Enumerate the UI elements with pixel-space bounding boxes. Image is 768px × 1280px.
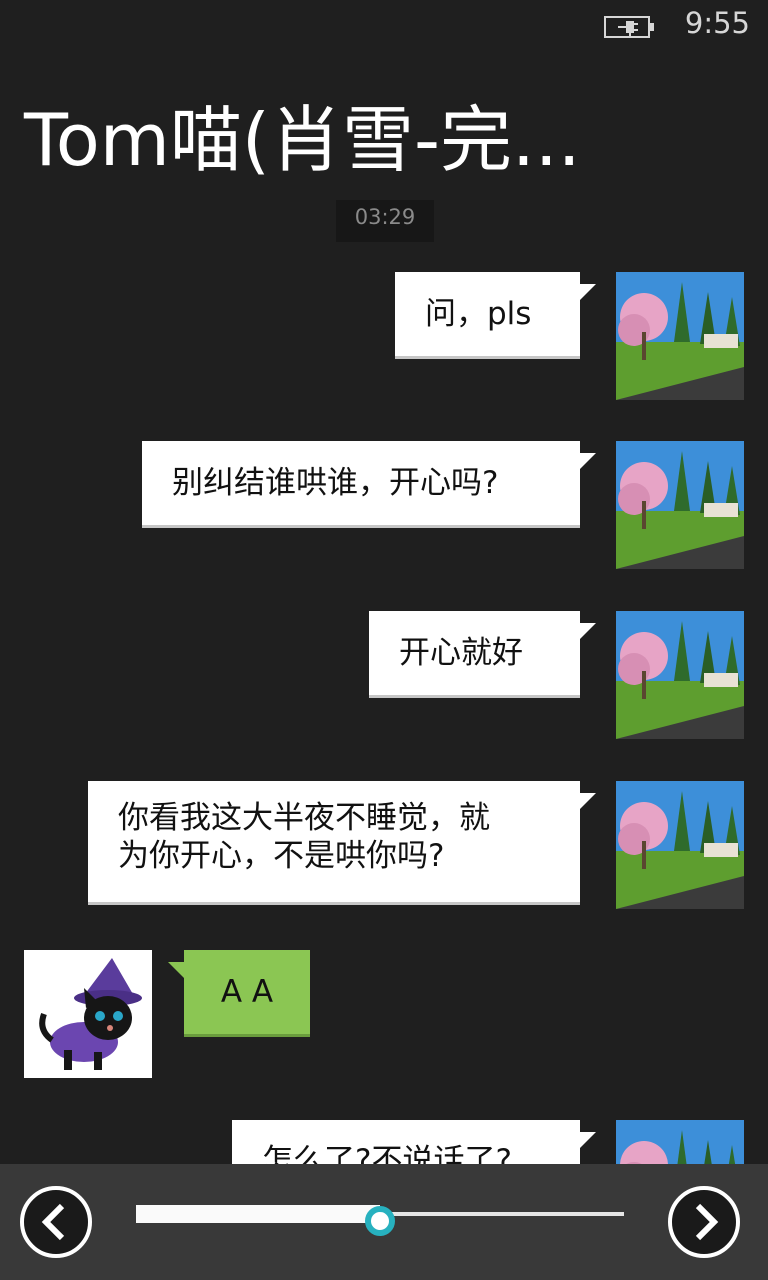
message-text: 开心就好	[399, 635, 523, 671]
message-text-line: 为你开心，不是哄你吗?	[118, 838, 445, 874]
conversation-title: Tom喵(肖雪-完...	[24, 98, 581, 182]
next-button[interactable]	[668, 1186, 740, 1258]
message-text: 问，pls	[425, 296, 532, 332]
previous-button[interactable]	[20, 1186, 92, 1258]
bubble-tail	[580, 284, 596, 300]
bubble-tail	[580, 623, 596, 639]
bubble-tail	[168, 962, 184, 978]
playback-slider-thumb[interactable]	[365, 1206, 395, 1236]
message-text: 别纠结谁哄谁，开心吗?	[172, 465, 499, 501]
bubble-tail	[580, 453, 596, 469]
black-cat-avatar[interactable]	[24, 950, 152, 1078]
bubble-tail	[580, 793, 596, 809]
playback-slider-fill	[136, 1205, 380, 1223]
landscape-avatar[interactable]	[616, 272, 744, 400]
message-bubble[interactable]: 你看我这大半夜不睡觉，就 为你开心，不是哄你吗?	[88, 781, 580, 905]
landscape-avatar[interactable]	[616, 441, 744, 569]
message-text-line: 你看我这大半夜不睡觉，就	[118, 800, 490, 836]
bubble-tail	[580, 1132, 596, 1148]
landscape-avatar[interactable]	[616, 611, 744, 739]
message-bubble[interactable]: 开心就好	[369, 611, 580, 698]
message-text: 怎么了?不说话了?	[262, 1143, 512, 1164]
message-text: A A	[220, 974, 274, 1010]
landscape-avatar[interactable]	[616, 1120, 744, 1164]
message-timestamp: 03:29	[336, 200, 434, 242]
message-bubble[interactable]: A A	[184, 950, 310, 1037]
landscape-avatar[interactable]	[616, 781, 744, 909]
message-bubble[interactable]: 问，pls	[395, 272, 580, 359]
message-bubble[interactable]: 怎么了?不说话了?	[232, 1120, 580, 1164]
chevron-left-icon	[41, 1203, 65, 1241]
chevron-right-icon	[695, 1203, 719, 1241]
message-list[interactable]: Tom喵(肖雪-完... 03:29 问，pls 别纠结谁哄谁，开心吗? 开心就…	[0, 0, 768, 1164]
message-bubble[interactable]: 别纠结谁哄谁，开心吗?	[142, 441, 580, 528]
